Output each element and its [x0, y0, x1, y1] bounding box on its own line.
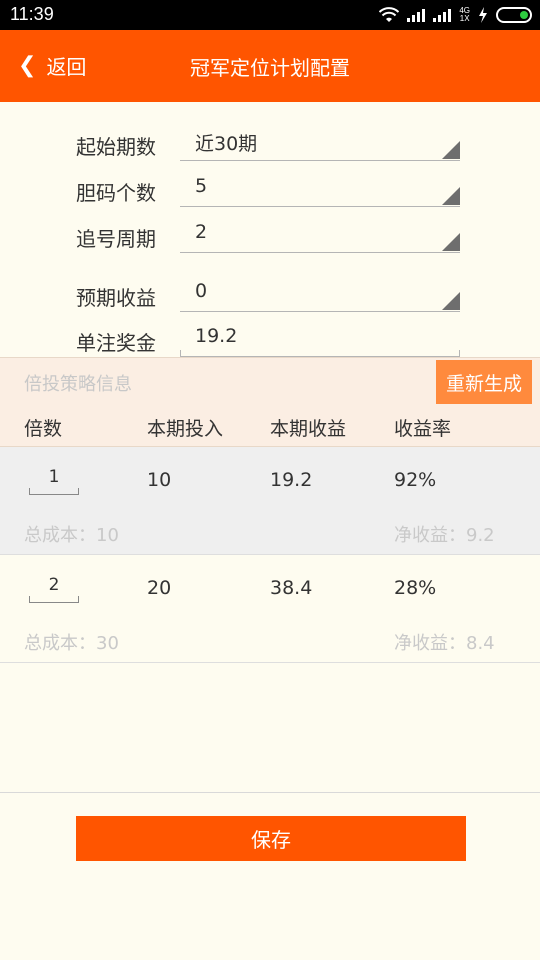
invest-value: 10 — [147, 469, 172, 491]
signal-icon-2 — [433, 8, 452, 22]
start-period-label: 起始期数 — [76, 135, 156, 159]
divider — [0, 792, 540, 793]
battery-icon — [496, 7, 532, 23]
col-income: 本期收益 — [270, 418, 347, 440]
strategy-title: 倍投策略信息 — [24, 374, 132, 395]
save-button[interactable]: 保存 — [76, 816, 466, 861]
net-income: 净收益：9.2 — [394, 525, 495, 546]
strategy-section: 倍投策略信息 重新生成 倍数 本期投入 本期收益 收益率 — [0, 357, 540, 447]
income-value: 38.4 — [270, 577, 313, 599]
chase-cycle-value: 2 — [195, 221, 208, 243]
total-cost: 总成本：10 — [24, 525, 119, 546]
single-bonus-value: 19.2 — [195, 325, 238, 347]
col-multiplier: 倍数 — [24, 418, 63, 440]
status-bar: 11:39 4G 1X — [0, 0, 540, 30]
expected-income-label: 预期收益 — [76, 286, 156, 310]
chase-cycle-select[interactable]: 2 — [180, 219, 460, 253]
multiplier-input[interactable]: 1 — [29, 467, 79, 495]
start-period-value: 近30期 — [195, 133, 258, 155]
form-row-expected-income: 预期收益 0 — [0, 276, 540, 316]
invest-value: 20 — [147, 577, 172, 599]
expected-income-value: 0 — [195, 280, 208, 302]
net-income: 净收益：8.4 — [394, 633, 495, 654]
rate-value: 28% — [394, 577, 437, 599]
table-row: 2 20 38.4 28% 总成本：30 净收益：8.4 — [0, 555, 540, 663]
total-cost: 总成本：30 — [24, 633, 119, 654]
form-row-dan-count: 胆码个数 5 — [0, 171, 540, 211]
dropdown-arrow-icon — [442, 292, 460, 310]
dropdown-arrow-icon — [442, 187, 460, 205]
dropdown-arrow-icon — [442, 141, 460, 159]
chase-cycle-label: 追号周期 — [76, 227, 156, 251]
col-invest: 本期投入 — [147, 418, 224, 440]
single-bonus-input[interactable]: 19.2 — [180, 323, 460, 357]
single-bonus-label: 单注奖金 — [76, 331, 156, 355]
app-header: ❮ 返回 冠军定位计划配置 — [0, 30, 540, 102]
wifi-icon — [379, 7, 400, 22]
col-rate: 收益率 — [394, 418, 452, 440]
expected-income-select[interactable]: 0 — [180, 278, 460, 312]
dan-count-label: 胆码个数 — [76, 181, 156, 205]
network-type: 4G 1X — [459, 6, 470, 23]
start-period-select[interactable]: 近30期 — [180, 127, 460, 161]
multiplier-input[interactable]: 2 — [29, 575, 79, 603]
dan-count-value: 5 — [195, 175, 208, 197]
table-row: 1 10 19.2 92% 总成本：10 净收益：9.2 — [0, 447, 540, 555]
form-row-start-period: 起始期数 近30期 — [0, 125, 540, 165]
regenerate-button[interactable]: 重新生成 — [436, 360, 532, 404]
form-row-chase-cycle: 追号周期 2 — [0, 217, 540, 257]
status-time: 11:39 — [10, 4, 54, 24]
page-title: 冠军定位计划配置 — [190, 56, 350, 80]
status-icons: 4G 1X — [379, 6, 532, 24]
rate-value: 92% — [394, 469, 437, 491]
income-value: 19.2 — [270, 469, 313, 491]
form-row-single-bonus: 单注奖金 19.2 — [0, 321, 540, 361]
charging-icon — [479, 7, 487, 23]
dropdown-arrow-icon — [442, 233, 460, 251]
dan-count-select[interactable]: 5 — [180, 173, 460, 207]
signal-icon — [407, 8, 426, 22]
